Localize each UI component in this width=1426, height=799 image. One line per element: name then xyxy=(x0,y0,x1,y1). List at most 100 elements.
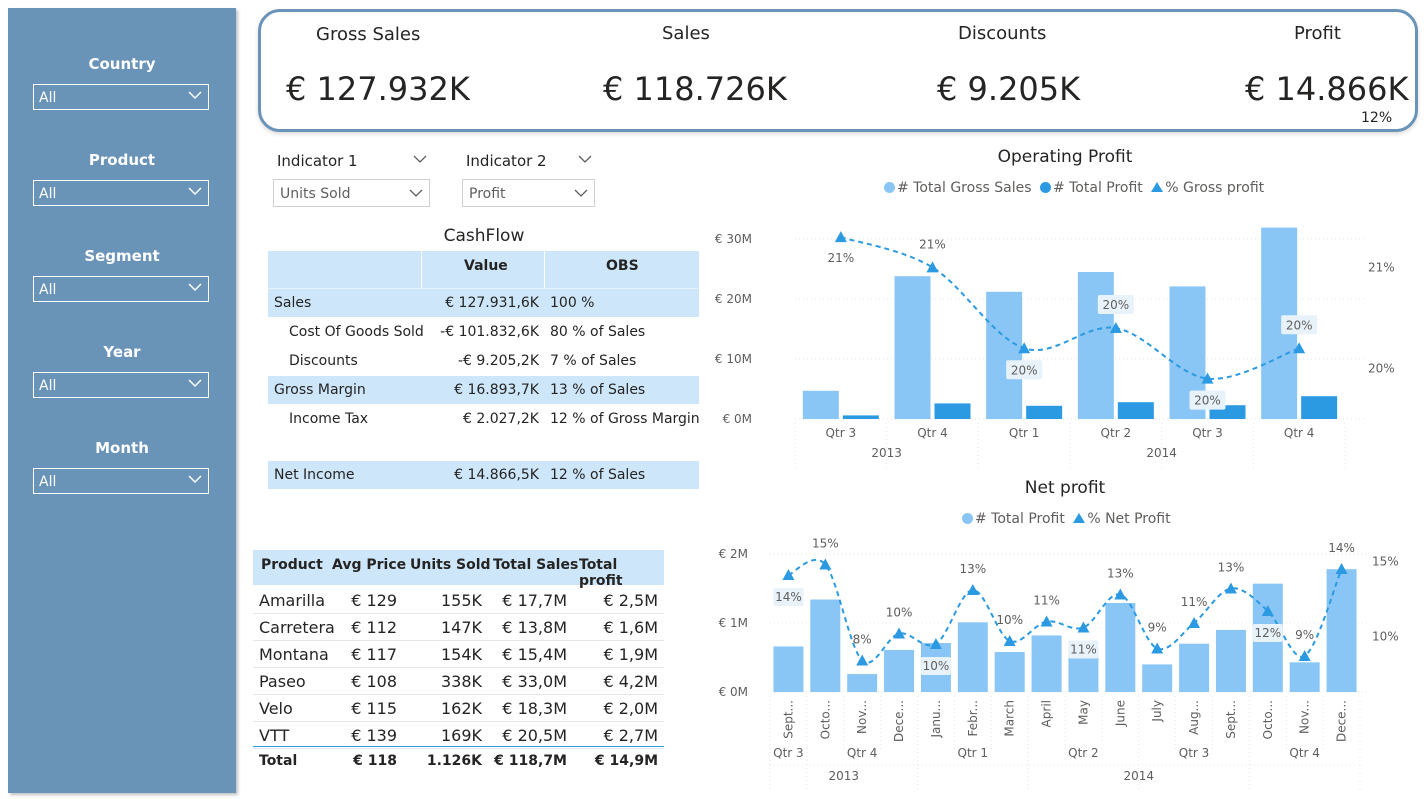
x-axis-tick-label: Qtr 3 xyxy=(1192,426,1223,440)
cell-total-sales: € 33,0M xyxy=(502,672,567,691)
product-table-total: Total € 118 1.126K € 118,7M € 14,9M xyxy=(253,746,664,775)
legend-dot-icon xyxy=(962,513,973,524)
net-profit-pct-label: 11% xyxy=(1181,595,1208,609)
total-profit-bar xyxy=(884,649,915,692)
cashflow-row: Sales € 127.931,6K 100 % xyxy=(268,289,699,317)
y-axis-tick-label: € 30M xyxy=(715,232,752,246)
gross-sales-label: Gross Sales xyxy=(316,24,421,45)
product-dropdown[interactable]: All xyxy=(33,180,209,206)
total-profit-bar xyxy=(810,599,841,692)
net-profit-pct-label: 14% xyxy=(775,590,802,604)
discounts-label: Discounts xyxy=(958,23,1047,44)
x-axis-tick-label: Nov... xyxy=(1298,700,1312,734)
indicator-1-dropdown[interactable]: Units Sold xyxy=(273,179,430,207)
segment-dropdown[interactable]: All xyxy=(33,276,209,302)
y-axis-tick-label: € 0M xyxy=(723,412,752,426)
y-axis-tick-label: € 1M xyxy=(719,616,748,630)
month-dropdown[interactable]: All xyxy=(33,468,209,494)
gross-sales-bar xyxy=(802,390,839,419)
net-profit-pct-marker xyxy=(966,584,979,595)
gross-sales-bar xyxy=(1077,272,1114,419)
y-axis-tick-label: € 20M xyxy=(715,292,752,306)
net-profit-pct-label: 13% xyxy=(1107,567,1134,581)
cell-avg-price: € 129 xyxy=(351,591,397,610)
x-axis-group-label: 2013 xyxy=(871,446,902,460)
y2-axis-tick-label: 20% xyxy=(1368,361,1395,375)
cashflow-row-value: € 14.866,5K xyxy=(454,467,539,483)
cell-units-sold: 154K xyxy=(440,645,482,664)
sales-value: € 118.726K xyxy=(603,70,787,108)
x-axis-tick-label: Octo... xyxy=(818,700,832,739)
segment-dropdown-value: All xyxy=(39,282,57,298)
cell-product: VTT xyxy=(259,726,290,745)
cashflow-header-obs: OBS xyxy=(606,258,639,274)
product-table-header: Product Avg Price Units Sold Total Sales… xyxy=(253,550,664,589)
cell-total-profit: € 2,7M xyxy=(603,726,658,745)
cell-avg-price: € 108 xyxy=(351,672,397,691)
x-axis-tick-label: May xyxy=(1076,700,1090,725)
cashflow-row-label: Cost Of Goods Sold xyxy=(289,324,424,340)
table-row: Paseo € 108 338K € 33,0M € 4,2M xyxy=(253,667,664,695)
total-profit-bar xyxy=(1031,635,1062,692)
x-axis-tick-label: March xyxy=(1003,700,1017,737)
product-dropdown-value: All xyxy=(39,186,57,202)
x-axis-quarter-label: Qtr 3 xyxy=(1179,746,1210,760)
kpi-card: Gross Sales € 127.932K Sales € 118.726K … xyxy=(258,9,1418,132)
net-profit-pct-label: 9% xyxy=(1148,621,1167,635)
legend-gross-sales: # Total Gross Sales xyxy=(897,180,1032,196)
cashflow-row-value: -€ 9.205,2K xyxy=(457,353,539,369)
operating-profit-chart: € 0M € 10M € 20M € 30M 20% 21% Qtr 3 Qtr 4 Qtr 1… xyxy=(715,227,1395,470)
indicator-1-label: Indicator 1 xyxy=(277,152,358,170)
col-header-product: Product xyxy=(261,557,323,573)
net-profit-pct-label: 9% xyxy=(1295,628,1314,642)
x-axis-tick-label: Dece... xyxy=(1335,700,1349,742)
total-profit-bar xyxy=(934,403,971,419)
cashflow-row-obs: 12 % of Sales xyxy=(550,467,646,483)
x-axis-quarter-label: Qtr 3 xyxy=(773,746,804,760)
cell-total-sales: € 18,3M xyxy=(502,699,567,718)
x-axis-tick-label: Aug... xyxy=(1187,700,1201,735)
indicator-2-value: Profit xyxy=(469,186,506,202)
cell-total-profit: € 1,6M xyxy=(603,618,658,637)
net-profit-pct-label: 11% xyxy=(1070,643,1097,657)
legend-triangle-icon xyxy=(1151,182,1164,192)
month-slicer-title: Month xyxy=(95,439,149,457)
cashflow-header: Value OBS xyxy=(268,251,699,290)
chevron-down-icon xyxy=(574,189,588,197)
x-axis-tick-label: Dece... xyxy=(892,700,906,742)
legend-gross-profit-pct: % Gross profit xyxy=(1165,180,1265,196)
x-axis-quarter-label: Qtr 4 xyxy=(1289,746,1320,760)
cashflow-row: Income Tax € 2.027,2K 12 % of Gross Margin xyxy=(268,405,700,433)
cell-total-profit: € 2,0M xyxy=(603,699,658,718)
cashflow-row-label: Net Income xyxy=(274,467,355,483)
year-dropdown[interactable]: All xyxy=(33,372,209,398)
gross-profit-pct-label: 20% xyxy=(1286,318,1313,332)
x-axis-tick-label: July xyxy=(1150,700,1164,723)
cell-avg-price: € 115 xyxy=(351,699,397,718)
cell-units-sold: 155K xyxy=(440,591,482,610)
cashflow-header-value: Value xyxy=(464,258,508,274)
cell-total-sales: € 15,4M xyxy=(502,645,567,664)
legend-triangle-icon xyxy=(1073,513,1086,523)
indicator-2-dropdown[interactable]: Profit xyxy=(462,179,595,207)
net-profit-title: Net profit xyxy=(1024,478,1106,498)
net-profit-pct-label: 10% xyxy=(996,613,1023,627)
net-profit-pct-marker xyxy=(1077,621,1090,633)
total-profit-bar xyxy=(1117,402,1154,419)
cell-product: Montana xyxy=(259,645,329,664)
total-profit-bar xyxy=(1026,405,1063,419)
chevron-down-icon xyxy=(188,187,202,196)
profit-value: € 14.866K xyxy=(1245,70,1409,108)
country-dropdown[interactable]: All xyxy=(33,84,209,110)
gross-profit-pct-label: 21% xyxy=(919,237,946,251)
x-axis-tick-label: Sept... xyxy=(781,700,795,739)
net-profit-pct-label: 15% xyxy=(812,537,839,551)
x-axis-tick-label: Qtr 2 xyxy=(1101,426,1132,440)
total-profit-bar xyxy=(842,415,879,419)
x-axis-tick-label: Qtr 3 xyxy=(826,426,857,440)
col-header-total-profit: Total profit xyxy=(579,557,623,589)
x-axis-tick-label: Qtr 1 xyxy=(1009,426,1040,440)
cashflow-row-obs: 100 % xyxy=(550,295,595,311)
legend-total-profit: # Total Profit xyxy=(1052,180,1143,196)
total-profit-bar xyxy=(1142,664,1173,692)
